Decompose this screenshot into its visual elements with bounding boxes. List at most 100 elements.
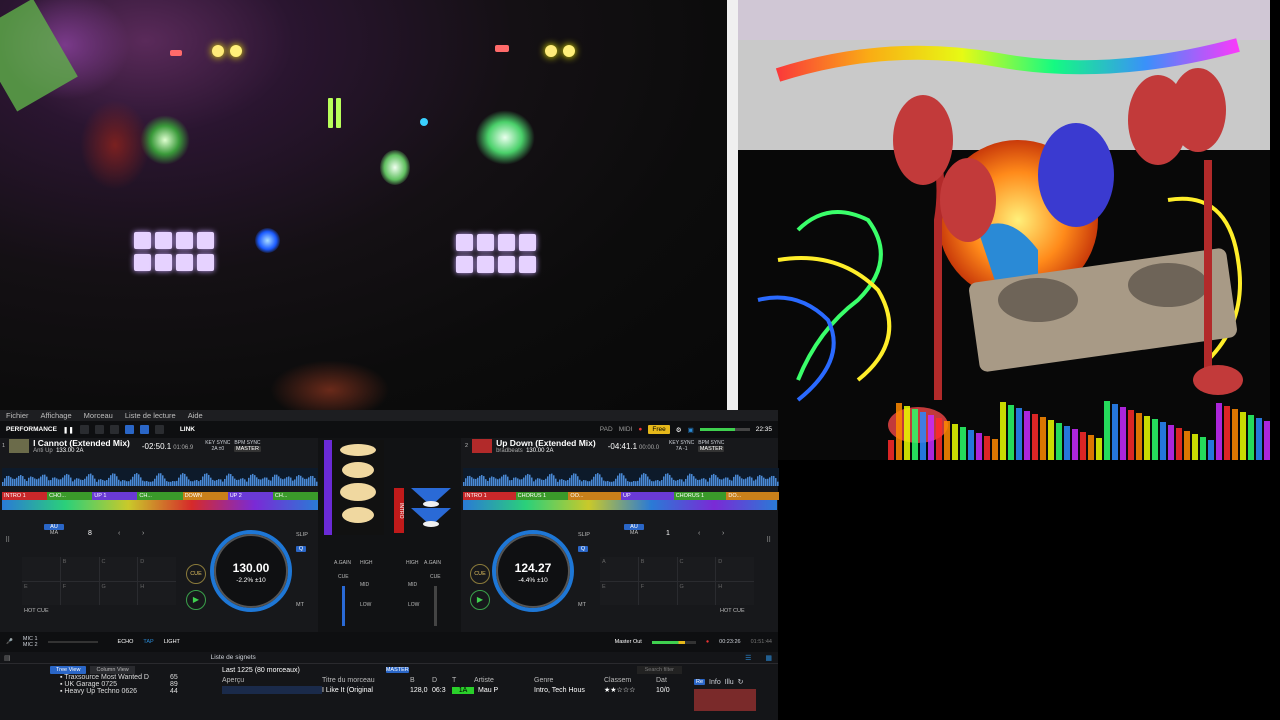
deck-2-grid-icon[interactable]: ⠿ (766, 536, 771, 544)
beat-loop-value[interactable]: 8 (88, 530, 92, 537)
menu-file[interactable]: Fichier (6, 411, 29, 420)
loop-prev-icon[interactable]: ‹ (118, 530, 120, 537)
ma-button[interactable]: MA (624, 530, 644, 536)
playlist-name[interactable]: Last 1225 (80 morceaux) (222, 667, 300, 674)
cue-marker[interactable]: INTRO 1 (463, 492, 516, 500)
tree-view-tab[interactable]: Tree View (50, 666, 87, 674)
plan-badge[interactable]: Free (648, 425, 670, 434)
hotcue-dropdown[interactable]: HOT CUE (720, 608, 745, 614)
cue-marker[interactable]: CHORUS 1 (673, 492, 727, 500)
mic-icon[interactable]: 🎤 (6, 639, 13, 645)
column-header[interactable]: Classem (604, 677, 656, 684)
loop-next-icon[interactable]: › (722, 530, 724, 537)
play-button[interactable]: ▶ (470, 590, 490, 610)
loop-prev-icon[interactable]: ‹ (698, 530, 700, 537)
hotcue-pad[interactable]: D (716, 557, 754, 581)
deck-1-grid-icon[interactable]: ⠿ (5, 536, 10, 544)
record-button[interactable]: ● (706, 639, 709, 645)
mode-selector[interactable]: PERFORMANCE (6, 426, 57, 433)
layout-button-1[interactable] (79, 425, 89, 434)
pause-icon[interactable]: ❚❚ (63, 426, 74, 434)
grid-view-icon[interactable]: ▦ (765, 654, 772, 662)
column-header[interactable]: Titre du morceau (322, 677, 410, 684)
deck-1-channel-fader[interactable] (342, 586, 345, 626)
cue-marker[interactable]: DO... (726, 492, 780, 500)
hotcue-dropdown[interactable]: HOT CUE (24, 608, 49, 614)
hotcue-pad[interactable]: H (716, 581, 754, 605)
menu-help[interactable]: Aide (188, 411, 203, 420)
hotcue-pad[interactable] (22, 557, 60, 581)
menu-playlist[interactable]: Liste de lecture (125, 411, 176, 420)
master-out-select[interactable]: Master Out (615, 639, 642, 645)
folder-item[interactable]: ▪ UK Garage 0725 89 (60, 681, 218, 688)
hotcue-pad[interactable]: C (677, 557, 716, 581)
hotcue-pad[interactable]: C (99, 557, 138, 581)
menu-track[interactable]: Morceau (84, 411, 113, 420)
tap-button[interactable]: TAP (143, 639, 153, 645)
ma-button[interactable]: MA (44, 530, 64, 536)
export-icon[interactable]: ▣ (688, 426, 694, 434)
cue-marker[interactable]: UP 2 (227, 492, 273, 500)
list-view-icon[interactable]: ☰ (745, 654, 751, 662)
cue-button[interactable]: CUE (186, 564, 206, 584)
column-header[interactable]: Dat (656, 677, 676, 684)
deck-2-channel-fader[interactable] (434, 586, 437, 626)
hotcue-pad[interactable]: G (99, 581, 138, 605)
loop-next-icon[interactable]: › (142, 530, 144, 537)
hotcue-pad[interactable]: D (138, 557, 176, 581)
cue-marker[interactable]: UP (621, 492, 674, 500)
master-filter-button[interactable]: MASTER (385, 667, 409, 673)
column-header[interactable]: D (432, 677, 452, 684)
deck-1-jog-wheel[interactable]: 130.00 -2.2% ±10 (210, 530, 292, 612)
layout-button-2[interactable] (94, 425, 104, 434)
slip-button[interactable]: SLIP (578, 532, 590, 538)
cue-marker[interactable]: CHO... (47, 492, 93, 500)
table-row[interactable]: I Like It (Original 128,0 06:3 1A Mau P … (222, 686, 682, 694)
quantize-button[interactable]: Q (296, 546, 306, 552)
deck-2-jog-wheel[interactable]: 124.27 -4.4% ±10 (492, 530, 574, 612)
master-button[interactable]: MASTER (234, 446, 261, 452)
menu-view[interactable]: Affichage (41, 411, 72, 420)
column-header[interactable]: Genre (534, 677, 604, 684)
column-header[interactable]: Aperçu (222, 677, 322, 684)
hotcue-pad[interactable]: A (600, 557, 638, 581)
refresh-icon[interactable]: ↻ (738, 678, 744, 686)
cue-marker[interactable]: CH... (137, 492, 183, 500)
folder-item[interactable]: ▪ Traxsource Most Wanted D 65 (60, 674, 218, 681)
play-button[interactable]: ▶ (186, 590, 206, 610)
column-header[interactable]: T (452, 677, 474, 684)
bookmark-list-label[interactable]: Liste de signets (211, 654, 256, 661)
hotcue-pad[interactable]: B (638, 557, 677, 581)
illustration-tab[interactable]: Illu (725, 679, 734, 686)
cue-marker[interactable]: CH... (272, 492, 318, 500)
info-tab[interactable]: Info (709, 679, 721, 686)
master-tempo-button[interactable]: MT (296, 602, 304, 608)
cue-marker[interactable]: INTRO 1 (2, 492, 48, 500)
preview-waveform[interactable] (222, 686, 322, 694)
column-view-tab[interactable]: Column View (90, 666, 135, 674)
light-fx-select[interactable]: LIGHT (164, 639, 180, 645)
hotcue-pad[interactable]: F (60, 581, 99, 605)
link-button[interactable]: LINK (180, 426, 195, 433)
slip-button[interactable]: SLIP (296, 532, 308, 538)
related-tab[interactable]: Re (694, 679, 706, 685)
folder-item[interactable]: ▪ Heavy Up Techno 0626 44 (60, 688, 218, 695)
cue-marker[interactable]: UP 1 (92, 492, 138, 500)
hotcue-pad[interactable]: E (600, 581, 638, 605)
echo-fx-select[interactable]: ECHO (118, 639, 134, 645)
collection-icon[interactable]: ▤ (4, 654, 11, 662)
hotcue-pad[interactable]: B (60, 557, 99, 581)
search-filter-input[interactable]: Search filter (636, 666, 682, 674)
hotcue-pad[interactable]: F (638, 581, 677, 605)
master-button[interactable]: MASTER (698, 446, 725, 452)
settings-icon[interactable]: ⚙ (676, 426, 682, 434)
hotcue-pad[interactable]: H (138, 581, 176, 605)
pad-button[interactable]: PAD (600, 426, 613, 433)
quantize-button[interactable]: Q (578, 546, 588, 552)
grid-icon[interactable] (109, 425, 119, 434)
cue-marker[interactable]: OO... (568, 492, 622, 500)
midi-button[interactable]: MIDI (619, 426, 633, 433)
layout-button-4[interactable] (139, 425, 149, 434)
beat-loop-value[interactable]: 1 (666, 530, 670, 537)
cue-button[interactable]: CUE (470, 564, 490, 584)
